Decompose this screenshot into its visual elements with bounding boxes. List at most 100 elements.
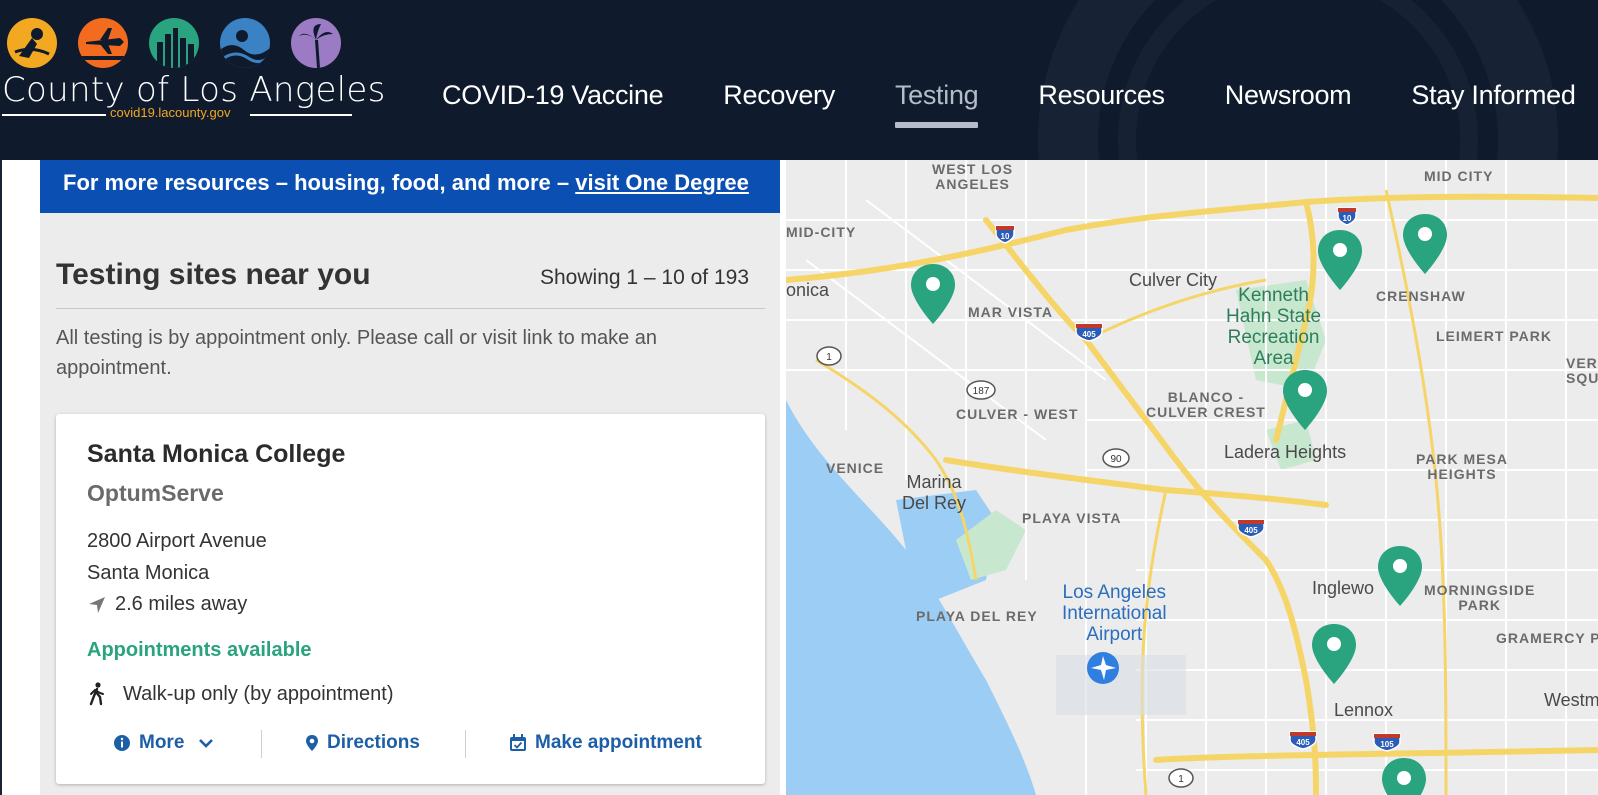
route-1-shield: 1	[816, 346, 842, 371]
map-label-lax: Los Angeles International Airport	[1062, 582, 1167, 645]
route-1-shield: 1	[1168, 768, 1194, 793]
beach-icon	[7, 18, 57, 68]
site-provider: OptumServe	[87, 480, 224, 506]
interstate-105-shield: 105	[1372, 730, 1402, 757]
map-label-inglewood: Inglewo	[1312, 578, 1375, 598]
logo-icons	[7, 18, 341, 68]
map-label-gramercy: GRAMERCY PI	[1496, 630, 1598, 646]
map-label-blanco: BLANCO - CULVER CREST	[1146, 389, 1266, 420]
map-label-monica: onica	[786, 280, 830, 300]
site-distance-row: 2.6 miles away	[87, 593, 247, 616]
make-appointment-button[interactable]: Make appointment	[509, 732, 702, 754]
interstate-10-shield: 10	[1336, 204, 1358, 231]
map-label-mid-city-left: MID-CITY	[786, 224, 857, 240]
interstate-10-shield: 10	[994, 222, 1016, 249]
site-address-line2: Santa Monica	[87, 562, 210, 584]
map-label-park-mesa: PARK MESA HEIGHTS	[1416, 451, 1508, 482]
nav-testing[interactable]: Testing	[894, 80, 979, 128]
more-label: More	[139, 732, 185, 753]
map-label-kenneth-hahn: Kenneth Hahn State Recreation Area	[1226, 285, 1322, 369]
results-title: Testing sites near you	[56, 258, 371, 291]
nav-resources[interactable]: Resources	[1038, 80, 1165, 126]
map-label-mar-vista: MAR VISTA	[968, 304, 1053, 320]
logo-url: covid19.lacounty.gov	[110, 105, 231, 120]
airplane-icon	[78, 18, 128, 68]
availability-status: Appointments available	[87, 639, 312, 661]
banner-text-wrap: For more resources – housing, food, and …	[63, 170, 749, 196]
walkup-row: Walk-up only (by appointment)	[87, 682, 394, 706]
map-label-playa-vista: PLAYA VISTA	[1022, 510, 1122, 526]
shield-label: 10	[1001, 232, 1010, 241]
shield-label: 105	[1380, 740, 1394, 749]
testing-site-pin[interactable]	[1315, 228, 1365, 292]
nav-newsroom[interactable]: Newsroom	[1225, 80, 1352, 126]
testing-site-pin[interactable]	[1309, 622, 1359, 686]
shield-label: 1	[1178, 774, 1184, 785]
interstate-405-shield: 405	[1236, 516, 1266, 543]
palm-tree-icon	[291, 18, 341, 68]
map-label-playa-del-rey: PLAYA DEL REY	[916, 608, 1038, 624]
directions-label: Directions	[327, 732, 420, 753]
interstate-405-shield: 405	[1074, 320, 1104, 347]
card-actions: More Directions Make appointment	[56, 724, 765, 768]
map-label-verm: VERM SQU	[1566, 355, 1598, 386]
testing-site-pin[interactable]	[1375, 544, 1425, 608]
nav-recovery[interactable]: Recovery	[723, 80, 835, 126]
map-label-westmont: Westmo	[1544, 690, 1598, 710]
testing-site-pin[interactable]	[1280, 368, 1330, 432]
interstate-405-shield: 405	[1288, 728, 1318, 755]
left-edge	[0, 160, 2, 795]
walking-person-icon	[89, 682, 104, 706]
county-logo[interactable]: County of Los Angeles covid19.lacounty.g…	[0, 16, 385, 126]
appointment-label: Make appointment	[535, 732, 702, 753]
map-label-mid-city-right: MID CITY	[1424, 168, 1494, 184]
directions-button[interactable]: Directions	[305, 732, 420, 754]
more-button[interactable]: More	[113, 732, 222, 754]
nav-stay-informed[interactable]: Stay Informed	[1411, 80, 1575, 126]
action-separator	[261, 730, 262, 758]
map-label-morningside: MORNINGSIDE PARK	[1424, 582, 1536, 613]
map-label-crenshaw: CRENSHAW	[1376, 288, 1466, 304]
route-90-shield: 90	[1102, 448, 1130, 473]
calendar-check-icon	[510, 734, 526, 751]
shield-label: 187	[973, 386, 990, 397]
logo-title: County of Los Angeles	[2, 70, 386, 110]
logo-rule-right	[250, 114, 352, 116]
shield-label: 405	[1296, 738, 1310, 747]
nav-covid-vaccine[interactable]: COVID-19 Vaccine	[442, 80, 664, 126]
route-187-shield: 187	[966, 380, 996, 405]
map-label-culver-city: Culver City	[1129, 270, 1218, 290]
site-name: Santa Monica College	[87, 440, 346, 468]
map-label-ladera: Ladera Heights	[1224, 442, 1347, 462]
site-distance: 2.6 miles away	[115, 593, 248, 615]
shield-label: 1	[826, 352, 832, 363]
testing-site-pin[interactable]	[908, 262, 958, 326]
map-marker-icon	[306, 735, 318, 751]
appointment-notice: All testing is by appointment only. Plea…	[56, 327, 658, 379]
results-panel[interactable]: For more resources – housing, food, and …	[40, 160, 780, 795]
testing-sites-map[interactable]: WEST LOS ANGELES MID-CITY MID CITY onica…	[786, 160, 1598, 795]
map-label-leimert-park: LEIMERT PARK	[1436, 328, 1552, 344]
action-separator	[465, 730, 466, 758]
map-label-culver-west: CULVER - WEST	[956, 406, 1079, 422]
walkup-text: Walk-up only (by appointment)	[123, 682, 394, 705]
skyline-icon	[149, 18, 199, 68]
logo-rule-left	[2, 114, 106, 116]
results-count: Showing 1 – 10 of 193	[540, 266, 749, 289]
resources-banner: For more resources – housing, food, and …	[40, 160, 780, 213]
testing-site-pin[interactable]	[1379, 756, 1429, 795]
testing-site-pin[interactable]	[1400, 212, 1450, 276]
map-label-west-la: WEST LOS ANGELES	[932, 161, 1014, 192]
map-label-marina: Marina Del Rey	[902, 472, 967, 513]
info-icon	[114, 735, 130, 751]
main-nav: COVID-19 Vaccine Recovery Testing Resour…	[442, 80, 1576, 128]
one-degree-link[interactable]: visit One Degree	[575, 170, 749, 195]
map-label-lennox: Lennox	[1334, 700, 1394, 720]
location-arrow-icon	[89, 596, 105, 613]
site-address-line1: 2800 Airport Avenue	[87, 530, 267, 552]
chevron-down-icon	[199, 739, 214, 748]
testing-site-card[interactable]: Santa Monica College OptumServe 2800 Air…	[56, 414, 765, 784]
site-header: County of Los Angeles covid19.lacounty.g…	[0, 0, 1598, 160]
wave-icon	[220, 18, 270, 68]
shield-label: 405	[1082, 330, 1096, 339]
